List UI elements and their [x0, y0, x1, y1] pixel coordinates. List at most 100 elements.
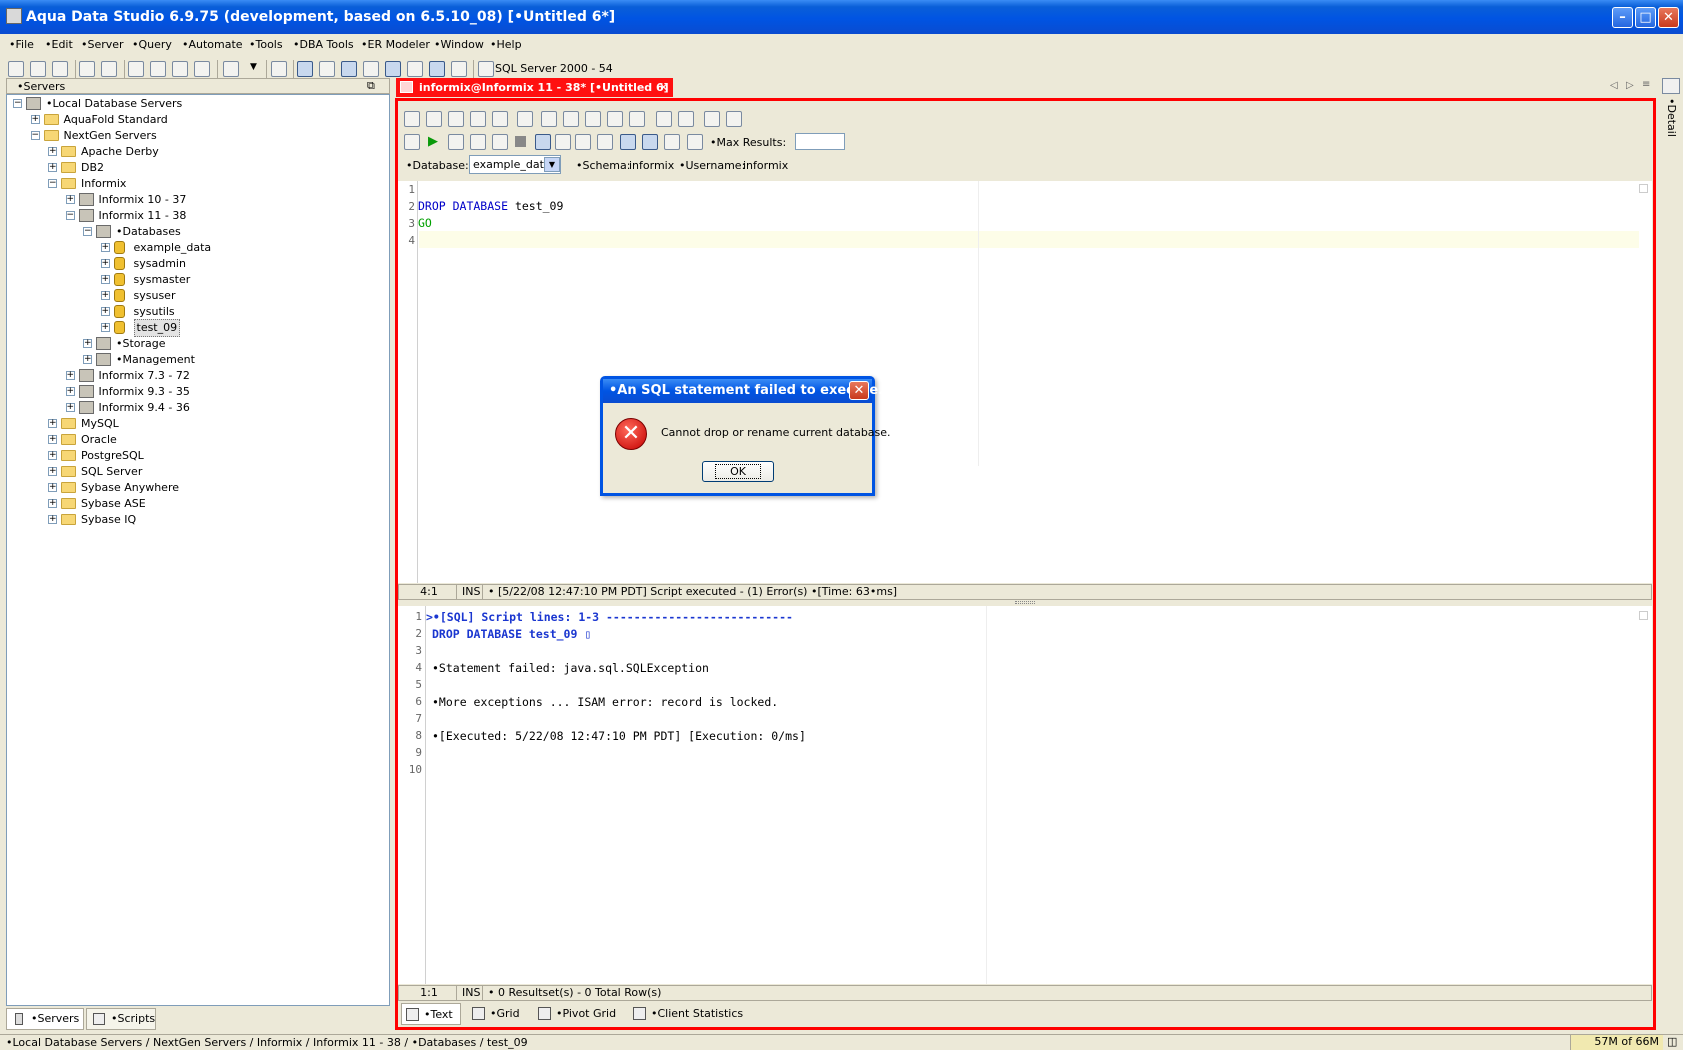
save-as-icon[interactable] — [470, 111, 486, 127]
trash-icon[interactable]: ◫ — [1667, 1035, 1677, 1048]
expand-icon[interactable]: + — [100, 307, 110, 316]
tree-item[interactable]: + test_09 — [7, 319, 387, 337]
grid-icon[interactable] — [363, 61, 379, 77]
menu-file[interactable]: •File — [9, 38, 34, 51]
expand-icon[interactable]: + — [48, 451, 57, 460]
collapse-icon[interactable]: − — [13, 99, 22, 108]
menu-automate[interactable]: •Automate — [182, 38, 243, 51]
tree-item[interactable]: + sysadmin — [7, 256, 387, 272]
schema-icon[interactable] — [194, 61, 210, 77]
tree-item[interactable]: + Informix 9.3 - 35 — [7, 384, 387, 400]
tree-item[interactable]: + Apache Derby — [7, 144, 387, 160]
expand-icon[interactable]: + — [65, 387, 75, 396]
tree-item[interactable]: − •Local Database Servers — [7, 96, 387, 112]
expand-icon[interactable]: + — [83, 355, 92, 364]
chevron-down-icon[interactable]: ▼ — [544, 157, 560, 172]
tree-item[interactable]: + •Management — [7, 352, 387, 368]
expand-icon[interactable]: + — [30, 115, 40, 124]
layout-7-icon[interactable] — [451, 61, 467, 77]
tab-servers[interactable]: •Servers — [6, 1008, 84, 1030]
expand-icon[interactable]: + — [100, 323, 110, 332]
memory-usage[interactable]: 57M of 66M — [1570, 1035, 1663, 1050]
layout-6-icon[interactable] — [429, 61, 445, 77]
restore-panel-icon[interactable]: ⧉ — [367, 79, 375, 93]
tab-grid[interactable]: •Grid — [468, 1003, 526, 1025]
auto-commit-icon[interactable] — [535, 134, 551, 150]
active-server-label[interactable]: SQL Server 2000 - 54 — [495, 62, 613, 75]
execute-edit-icon[interactable] — [448, 134, 464, 150]
menu-query[interactable]: •Query — [132, 38, 172, 51]
menu-server[interactable]: •Server — [81, 38, 124, 51]
tree-item[interactable]: − Informix 11 - 38 — [7, 208, 387, 224]
results-text-pane[interactable]: 1 2 3 4 5 6 7 8 9 10 >•[SQL] Script line… — [398, 606, 1652, 984]
stop-icon[interactable] — [515, 136, 526, 147]
menu-help[interactable]: •Help — [490, 38, 522, 51]
tab-query-editor[interactable]: informix@Informix 11 - 38* [•Untitled 6]… — [396, 78, 673, 97]
ok-button[interactable]: OK — [702, 461, 774, 482]
tree-item[interactable]: + DB2 — [7, 160, 387, 176]
tab-list-icon[interactable]: ≡ — [1642, 79, 1650, 90]
connect-icon[interactable] — [79, 61, 95, 77]
remove-server-icon[interactable] — [30, 61, 46, 77]
new-file-icon[interactable] — [404, 111, 420, 127]
expand-icon[interactable]: + — [48, 419, 57, 428]
tree-item[interactable]: + Sybase ASE — [7, 496, 387, 512]
expand-icon[interactable]: + — [48, 147, 57, 156]
save-icon[interactable] — [448, 111, 464, 127]
copy-icon[interactable] — [563, 111, 579, 127]
expand-icon[interactable]: + — [65, 195, 75, 204]
save-all-icon[interactable] — [492, 111, 508, 127]
disconnect-icon[interactable] — [101, 61, 117, 77]
query-builder-icon[interactable] — [150, 61, 166, 77]
tree-item[interactable]: − NextGen Servers — [7, 128, 387, 144]
tree-item[interactable]: + example_data — [7, 240, 387, 256]
layout-2-icon[interactable] — [319, 61, 335, 77]
tree-item[interactable]: + Oracle — [7, 432, 387, 448]
expand-icon[interactable]: + — [48, 467, 57, 476]
tree-item[interactable]: − Informix — [7, 176, 387, 192]
execute-all-icon[interactable] — [404, 134, 420, 150]
open-file-icon[interactable] — [426, 111, 442, 127]
menu-dba-tools[interactable]: •DBA Tools — [293, 38, 354, 51]
rollback-icon[interactable] — [575, 134, 591, 150]
tree-item[interactable]: + sysmaster — [7, 272, 387, 288]
edit-server-icon[interactable] — [52, 61, 68, 77]
tree-item[interactable]: + sysutils — [7, 304, 387, 320]
detail-panel-icon[interactable] — [1662, 78, 1680, 94]
expand-icon[interactable]: + — [48, 515, 57, 524]
explain-icon[interactable] — [470, 134, 486, 150]
tree-item[interactable]: + PostgreSQL — [7, 448, 387, 464]
paste-icon[interactable] — [585, 111, 601, 127]
expand-icon[interactable]: + — [48, 483, 57, 492]
tab-pivot-grid[interactable]: •Pivot Grid — [534, 1003, 620, 1025]
tab-client-statistics[interactable]: •Client Statistics — [629, 1003, 743, 1025]
sql-editor[interactable]: 1 2 3 4 DROP DATABASE test_09 GO — [398, 181, 1652, 583]
expand-icon[interactable]: + — [100, 259, 110, 268]
collapse-icon[interactable]: − — [65, 211, 75, 220]
execute-icon[interactable]: ▶ — [428, 134, 438, 149]
compare-icon[interactable] — [172, 61, 188, 77]
undo-icon[interactable] — [607, 111, 623, 127]
redo-icon[interactable] — [629, 111, 645, 127]
results-grid-icon[interactable] — [642, 134, 658, 150]
client-stats-icon[interactable] — [687, 134, 703, 150]
collapse-icon[interactable]: − — [30, 131, 40, 140]
expand-icon[interactable]: + — [48, 163, 57, 172]
chevron-down-icon[interactable]: ▼ — [250, 62, 257, 72]
menu-er-modeler[interactable]: •ER Modeler — [361, 38, 430, 51]
close-tab-icon[interactable]: ✕ — [659, 78, 668, 97]
transaction-icon[interactable] — [597, 134, 613, 150]
new-server-icon[interactable] — [8, 61, 24, 77]
expand-icon[interactable]: + — [65, 371, 75, 380]
expand-icon[interactable]: + — [100, 275, 110, 284]
find-icon[interactable] — [656, 111, 672, 127]
detail-dock-label[interactable]: •Detail — [1664, 98, 1678, 138]
minimize-button[interactable]: – — [1612, 7, 1633, 28]
results-text-icon[interactable] — [620, 134, 636, 150]
splitter-handle[interactable] — [1015, 601, 1035, 604]
tree-item[interactable]: + Informix 10 - 37 — [7, 192, 387, 208]
replace-icon[interactable] — [678, 111, 694, 127]
max-results-input[interactable] — [795, 133, 845, 150]
menu-window[interactable]: •Window — [434, 38, 484, 51]
layout-1-icon[interactable] — [297, 61, 313, 77]
